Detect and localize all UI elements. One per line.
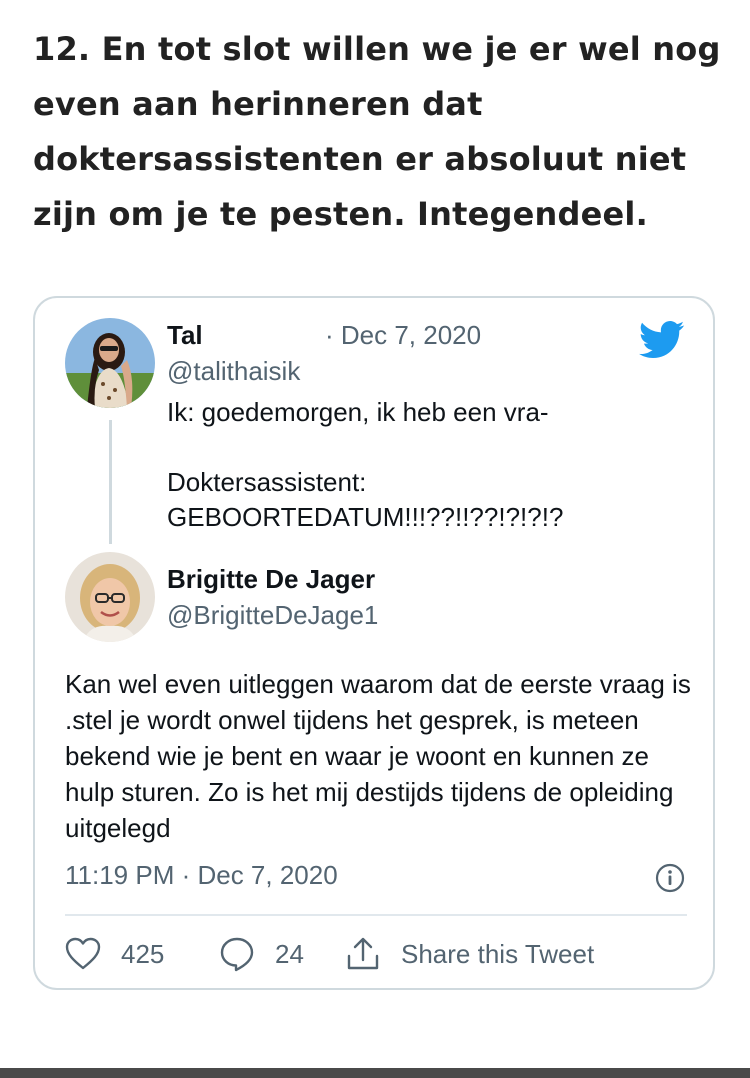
- tweet-timestamp[interactable]: 11:19 PM · Dec 7, 2020: [65, 860, 338, 891]
- like-button[interactable]: 425: [65, 934, 164, 974]
- quoted-date[interactable]: · Dec 7, 2020: [325, 320, 481, 351]
- reply-tweet-text: Kan wel even uitleggen waarom dat de eer…: [65, 669, 691, 843]
- embedded-tweet-card[interactable]: Tal · Dec 7, 2020 @talithaisik Ik: goede…: [33, 296, 715, 990]
- like-count: 425: [121, 938, 165, 969]
- reply-author-name[interactable]: Brigitte De Jager: [167, 564, 375, 595]
- actions-divider: [65, 914, 687, 916]
- share-icon: [347, 937, 379, 970]
- info-icon[interactable]: [655, 863, 685, 893]
- avatar-brigitte-image: [65, 552, 155, 642]
- article-heading: 12. En tot slot willen we je er wel nog …: [33, 30, 721, 233]
- bottom-bar: [0, 1068, 750, 1078]
- avatar-tal-image: [65, 318, 155, 408]
- avatar-brigitte[interactable]: [65, 552, 155, 642]
- heart-icon: [65, 937, 101, 970]
- share-tweet-button[interactable]: Share this Tweet: [345, 934, 594, 974]
- speech-bubble-icon: [220, 937, 254, 972]
- quoted-author-name[interactable]: Tal: [167, 320, 203, 351]
- quoted-tweet-text: Ik: goedemorgen, ik heb een vra- Dokters…: [167, 397, 564, 532]
- reply-count: 24: [275, 938, 304, 969]
- thread-connector-line: [109, 420, 112, 544]
- twitter-bird-icon[interactable]: [639, 320, 685, 360]
- reply-button[interactable]: 24: [219, 934, 304, 974]
- share-label: Share this Tweet: [401, 938, 595, 969]
- reply-author-handle[interactable]: @BrigitteDeJage1: [167, 600, 378, 631]
- avatar-tal[interactable]: [65, 318, 155, 408]
- quoted-author-handle[interactable]: @talithaisik: [167, 356, 300, 387]
- page: 12. En tot slot willen we je er wel nog …: [0, 0, 750, 1078]
